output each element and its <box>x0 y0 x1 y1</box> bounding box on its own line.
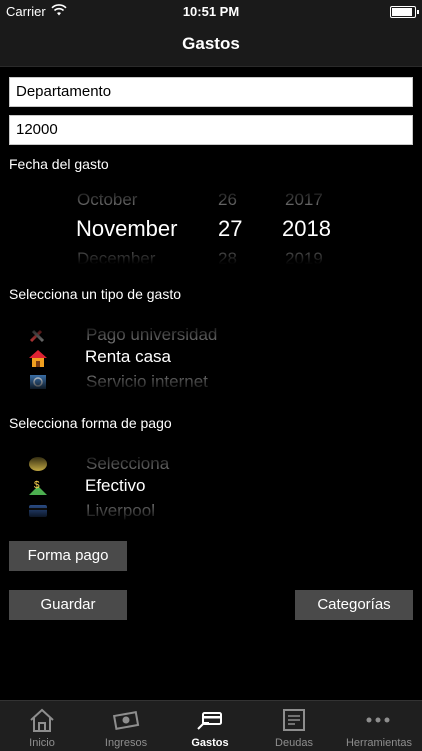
expense-option[interactable]: Pago universidad <box>86 325 217 345</box>
month-option[interactable]: December <box>77 249 155 264</box>
save-button[interactable]: Guardar <box>9 590 127 620</box>
tools-icon <box>28 326 48 344</box>
coin-icon <box>28 455 48 473</box>
payment-option[interactable]: Selecciona <box>86 454 169 474</box>
cash-icon: $ <box>28 478 48 496</box>
tab-inicio[interactable]: Inicio <box>0 701 84 751</box>
tab-label: Ingresos <box>104 737 148 749</box>
home-icon <box>28 707 56 733</box>
payment-method-label: Selecciona forma de pago <box>9 415 172 431</box>
day-option[interactable]: 26 <box>218 190 237 210</box>
payment-method-button[interactable]: Forma pago <box>9 541 127 571</box>
year-option[interactable]: 2017 <box>285 190 323 210</box>
tab-label: Inicio <box>29 737 55 749</box>
house-icon <box>28 349 48 367</box>
tab-deudas[interactable]: Deudas <box>252 701 336 751</box>
tab-label: Gastos <box>191 737 229 749</box>
tab-ingresos[interactable]: Ingresos <box>84 701 168 751</box>
credit-card-icon <box>28 502 48 520</box>
payment-option[interactable]: Liverpool <box>86 501 155 521</box>
amount-field[interactable]: 12000 <box>9 115 413 145</box>
navigation-bar: Gastos <box>0 22 422 67</box>
expense-option-selected[interactable]: Renta casa <box>85 347 171 367</box>
page-title: Gastos <box>182 34 240 53</box>
battery-icon <box>390 6 419 18</box>
payment-method-picker[interactable]: Selecciona $ Efectivo Liverpool <box>0 452 422 522</box>
tab-herramientas[interactable]: Herramientas <box>336 701 422 751</box>
day-option[interactable]: 28 <box>218 249 237 264</box>
status-time: 10:51 PM <box>182 4 240 19</box>
expense-type-label: Selecciona un tipo de gasto <box>9 286 182 302</box>
description-field[interactable]: Departamento <box>9 77 413 107</box>
tab-bar: Inicio Ingresos Gastos Deudas Herramient… <box>0 700 422 751</box>
invoice-icon <box>280 707 308 733</box>
day-option-selected[interactable]: 27 <box>218 216 242 242</box>
month-option[interactable]: October <box>77 190 137 210</box>
tab-label: Deudas <box>275 737 313 749</box>
expense-type-picker[interactable]: Pago universidad Renta casa Servicio int… <box>0 323 422 393</box>
month-option-selected[interactable]: November <box>76 216 177 242</box>
year-option-selected[interactable]: 2018 <box>282 216 331 242</box>
svg-text:$: $ <box>34 480 40 491</box>
tab-label: Herramientas <box>345 737 413 749</box>
categories-button[interactable]: Categorías <box>295 590 413 620</box>
expense-option[interactable]: Servicio internet <box>86 372 208 392</box>
date-label: Fecha del gasto <box>9 156 109 172</box>
internet-icon <box>28 373 48 391</box>
money-icon <box>112 707 140 733</box>
year-option[interactable]: 2019 <box>285 249 323 264</box>
tab-gastos[interactable]: Gastos <box>168 701 252 751</box>
payment-option-selected[interactable]: Efectivo <box>85 476 145 496</box>
more-icon <box>364 707 392 733</box>
date-picker[interactable]: October November December 26 27 28 2017 … <box>0 188 422 264</box>
status-bar: Carrier 10:51 PM <box>0 0 422 22</box>
card-payment-icon <box>196 707 224 733</box>
